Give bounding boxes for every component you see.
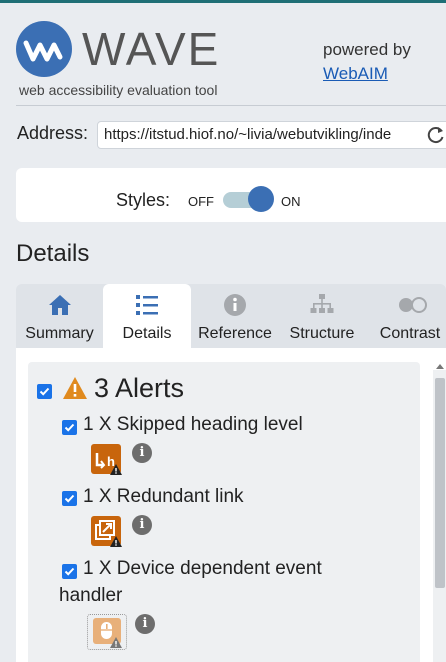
logo-wordmark: WAVE [82,23,221,75]
mini-warning-icon [110,534,122,547]
page-title: Details [16,240,90,267]
alerts-checkbox[interactable] [37,384,52,399]
tab-details[interactable]: Details [103,284,191,348]
styles-toggle-card: Styles: OFF ON [16,168,446,222]
redundant-link-checkbox[interactable] [62,491,77,506]
webaim-link[interactable]: WebAIM [323,64,388,84]
styles-label: Styles: [116,190,171,210]
styles-toggle-knob[interactable] [248,186,274,212]
info-circle-icon [222,293,248,317]
styles-off-label: OFF [188,194,214,209]
redundant-link-info-icon[interactable]: i [132,515,152,535]
tab-details-label: Details [122,325,172,342]
alerts-title: 3 Alerts [94,373,185,403]
device-dependent-label: 1 X Device dependent event [83,558,322,579]
styles-on-label: ON [281,194,301,209]
mini-warning-icon [110,635,122,648]
skipped-heading-label: 1 X Skipped heading level [83,414,303,435]
home-icon [47,293,73,317]
tab-contrast-label: Contrast [379,325,441,342]
scrollbar-thumb[interactable] [435,378,445,588]
warning-icon [62,376,88,400]
tab-summary-label: Summary [25,325,94,342]
redundant-link-label: 1 X Redundant link [83,486,244,507]
tab-summary[interactable]: Summary [16,284,103,348]
mini-warning-icon [110,462,122,475]
tab-contrast[interactable]: Contrast [365,284,446,348]
device-dependent-checkbox[interactable] [62,564,77,579]
tagline: web accessibility evaluation tool [19,82,218,98]
address-label: Address: [17,123,89,143]
skipped-heading-info-icon[interactable]: i [132,443,152,463]
list-icon [134,293,160,317]
header: WAVE web accessibility evaluation tool p… [0,0,446,106]
header-divider [16,105,446,106]
top-accent-line [0,0,446,3]
skipped-heading-checkbox[interactable] [62,420,77,435]
device-dependent-label-cont: handler [59,585,123,606]
tab-bar: Summary Details Reference Structure Cont… [16,284,446,348]
sitemap-icon [309,293,335,317]
contrast-icon [397,293,427,317]
tab-reference[interactable]: Reference [191,284,279,348]
reload-icon[interactable] [426,125,446,145]
address-input[interactable]: https://itstud.hiof.no/~livia/webutvikli… [97,121,446,149]
powered-by-text: powered by [323,40,411,59]
scroll-up-arrow-icon[interactable] [436,364,444,369]
tab-structure[interactable]: Structure [279,284,365,348]
tab-structure-label: Structure [289,325,355,342]
tab-reference-label: Reference [198,325,272,342]
device-dependent-info-icon[interactable]: i [135,614,155,634]
wave-logo-icon [16,21,72,77]
